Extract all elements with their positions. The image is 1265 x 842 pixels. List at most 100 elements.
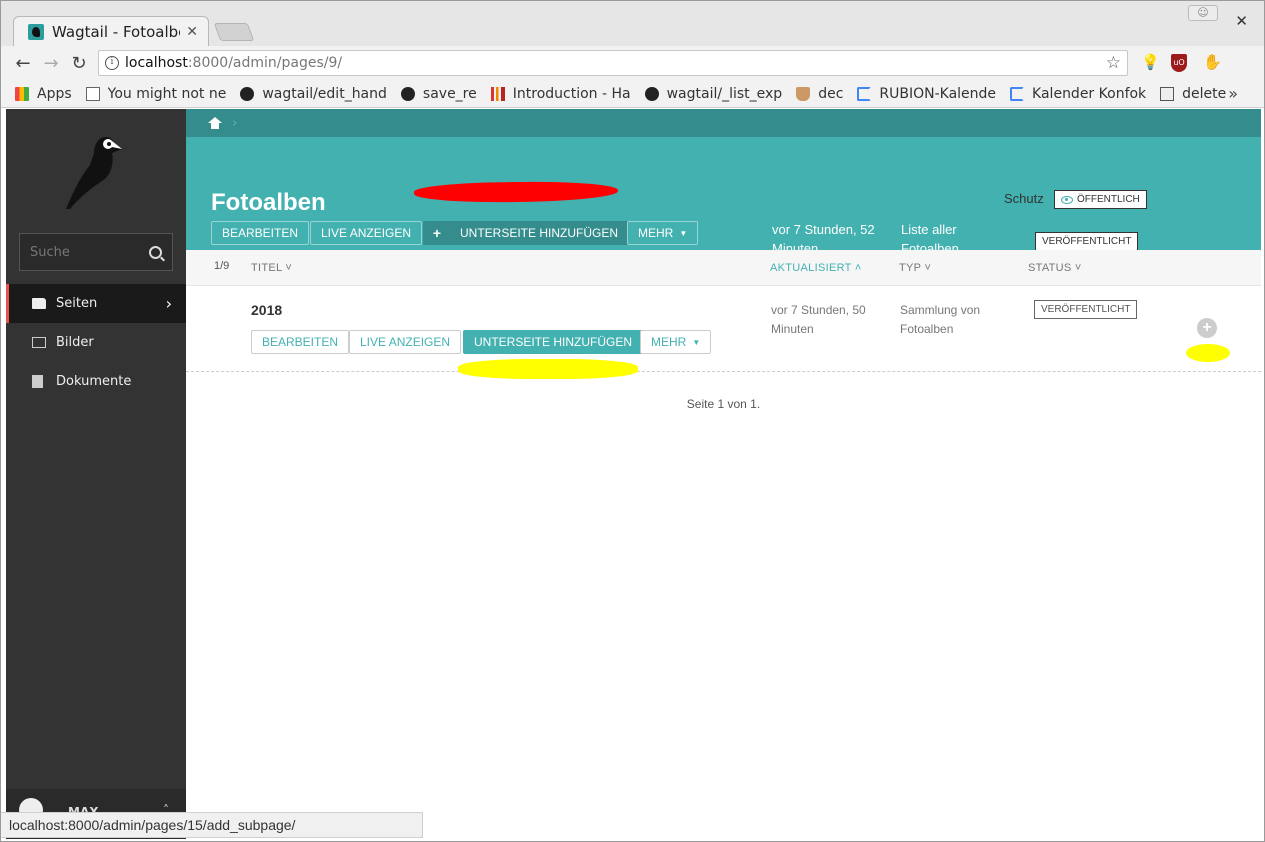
breadcrumb: › (186, 109, 1261, 137)
wagtail-favicon-icon (28, 23, 44, 40)
reload-icon[interactable]: ↻ (65, 53, 93, 74)
bookmark-introduction[interactable]: Introduction - Ha (490, 86, 631, 102)
forward-arrow-icon[interactable]: → (37, 53, 65, 74)
bookmark-label: You might not ne (107, 85, 227, 102)
yellow-highlight-mark (458, 359, 638, 379)
row-updated: vor 7 Stunden, 50 Minuten (771, 303, 866, 336)
column-status-label: STATUS (1028, 262, 1072, 274)
more-bookmarks-chevron-icon[interactable]: » (1228, 84, 1238, 103)
info-icon[interactable]: i (105, 56, 119, 70)
more-label: MEHR (638, 226, 674, 240)
google-icon (1010, 86, 1025, 101)
bookmark-label: dec (818, 85, 844, 102)
chevron-up-icon: ˄ (854, 262, 862, 274)
bookmark-wagtail-edit-handlers[interactable]: wagtail/edit_hand (240, 86, 387, 102)
sidebar-item-seiten[interactable]: Seiten › (6, 284, 186, 323)
privacy-badge[interactable]: ÖFFENTLICH (1054, 190, 1147, 209)
back-arrow-icon[interactable]: ← (9, 53, 37, 74)
chevron-down-icon: ˅ (1074, 262, 1082, 274)
edit-button[interactable]: BEARBEITEN (211, 221, 310, 245)
browser-toolbar: ← → ↻ i localhost:8000/admin/pages/9/ ☆ … (1, 46, 1264, 239)
row-title-link[interactable]: 2018 (251, 302, 282, 318)
chevron-right-icon: › (165, 294, 172, 313)
lightbulb-extension-icon[interactable]: 💡 (1141, 53, 1160, 71)
bookmark-delete[interactable]: delete (1160, 86, 1226, 102)
home-icon[interactable] (208, 117, 222, 129)
column-updated[interactable]: AKTUALISIERT ˄ (770, 262, 862, 274)
row-more-dropdown-button[interactable]: MEHR ▼ (640, 330, 712, 354)
view-live-button[interactable]: LIVE ANZEIGEN (310, 221, 423, 245)
row-view-live-button[interactable]: LIVE ANZEIGEN (349, 330, 462, 354)
row-add-child-page-button[interactable]: UNTERSEITE HINZUFÜGEN (463, 330, 644, 354)
github-icon (240, 86, 255, 101)
add-child-page-label: UNTERSEITE HINZUFÜGEN (460, 226, 619, 240)
bookmark-save-re[interactable]: save_re (400, 85, 477, 102)
chevron-down-icon: ˅ (285, 262, 293, 274)
tab-close-icon[interactable]: ✕ (186, 24, 198, 40)
ordering-icon[interactable]: 1/9 (214, 260, 229, 272)
bookmark-rubion-kalender[interactable]: RUBION-Kalende (857, 86, 996, 102)
bookmark-label: save_re (422, 85, 477, 102)
search-placeholder: Suche (30, 244, 70, 260)
bars-icon (490, 86, 505, 101)
bookmarks-bar: Apps You might not ne wagtail/edit_hand … (1, 80, 1264, 108)
main-content: › Fotoalben BEARBEITEN LIVE ANZEIGEN + U… (186, 109, 1261, 839)
column-title[interactable]: TITEL ˅ (251, 262, 292, 274)
table-row: 2018 BEARBEITEN LIVE ANZEIGEN UNTERSEITE… (186, 286, 1261, 372)
more-label: MEHR (651, 335, 687, 349)
plus-icon: + (432, 225, 442, 241)
apps-icon (15, 86, 29, 101)
sidebar-item-label: Dokumente (56, 374, 132, 389)
chevron-right-icon: › (232, 115, 238, 131)
page-header: Fotoalben BEARBEITEN LIVE ANZEIGEN + UNT… (186, 137, 1261, 256)
sidebar-menu: Seiten › Bilder Dokumente (6, 284, 186, 401)
sidebar-item-bilder[interactable]: Bilder (6, 323, 186, 362)
window-close-icon[interactable]: ✕ (1235, 12, 1248, 30)
column-status[interactable]: STATUS ˅ (1028, 262, 1082, 274)
more-dropdown-button[interactable]: MEHR ▼ (627, 221, 699, 245)
bookmark-label: RUBION-Kalende (879, 85, 997, 102)
column-title-label: TITEL (251, 262, 283, 274)
row-status-badge: VERÖFFENTLICHT (1034, 300, 1138, 319)
page-title: Fotoalben (211, 189, 326, 216)
doc-icon (85, 86, 100, 101)
add-child-plus-icon[interactable]: + (1197, 318, 1217, 338)
gnome-extension-icon[interactable]: ✋ (1203, 53, 1222, 71)
search-icon[interactable] (149, 245, 162, 259)
bookmark-you-might-not-need[interactable]: You might not ne (85, 85, 227, 102)
column-type-label: TYP (899, 262, 922, 274)
url-path: :8000/admin/pages/9/ (187, 55, 343, 71)
profile-icon[interactable]: ☺ (1188, 5, 1218, 21)
chevron-down-icon: ▼ (692, 337, 701, 347)
sidebar-search-input[interactable]: Suche (19, 233, 173, 271)
pagination: Seite 1 von 1. (686, 397, 761, 411)
bookmark-label: Kalender Konfok (1032, 85, 1147, 102)
table-header: 1/9 TITEL ˅ AKTUALISIERT ˄ TYP ˅ STATUS … (186, 250, 1261, 286)
sidebar-item-dokumente[interactable]: Dokumente (6, 362, 186, 401)
google-icon (857, 86, 872, 101)
status-bubble-url: localhost:8000/admin/pages/15/add_subpag… (1, 812, 423, 838)
bookmark-star-icon[interactable]: ☆ (1106, 53, 1121, 73)
column-type[interactable]: TYP ˅ (899, 262, 931, 274)
ublock-shield-icon[interactable]: uO (1171, 54, 1187, 72)
bookmark-dec[interactable]: dec (796, 86, 843, 102)
add-child-page-button[interactable]: + UNTERSEITE HINZUFÜGEN (423, 221, 630, 245)
new-tab-button[interactable] (213, 23, 255, 41)
bookmark-kalender-konfok[interactable]: Kalender Konfok (1010, 86, 1146, 102)
wagtail-logo-icon[interactable] (60, 131, 130, 211)
tab-strip: Wagtail - Fotoalben ✕ ☺ ✕ (1, 1, 1264, 46)
privacy-label: Schutz (1004, 191, 1044, 206)
browser-window: Wagtail - Fotoalben ✕ ☺ ✕ ← → ↻ i localh… (0, 0, 1265, 842)
row-type: Sammlung von Fotoalben (900, 303, 981, 336)
sidebar-item-label: Bilder (56, 335, 94, 350)
bookmark-wagtail-list-explorer[interactable]: wagtail/_list_exp (644, 86, 782, 102)
bookmark-apps[interactable]: Apps (15, 86, 72, 102)
browser-tab[interactable]: Wagtail - Fotoalben ✕ (13, 16, 209, 46)
github-icon (400, 86, 415, 101)
address-bar[interactable]: i localhost:8000/admin/pages/9/ ☆ (98, 50, 1128, 76)
row-edit-button[interactable]: BEARBEITEN (251, 330, 350, 354)
wagtail-sidebar: Suche Seiten › Bilder Dokumente ˄ (6, 109, 186, 839)
column-updated-label: AKTUALISIERT (770, 262, 852, 274)
url-host: localhost (125, 55, 188, 71)
tab-title: Wagtail - Fotoalben (52, 22, 180, 41)
